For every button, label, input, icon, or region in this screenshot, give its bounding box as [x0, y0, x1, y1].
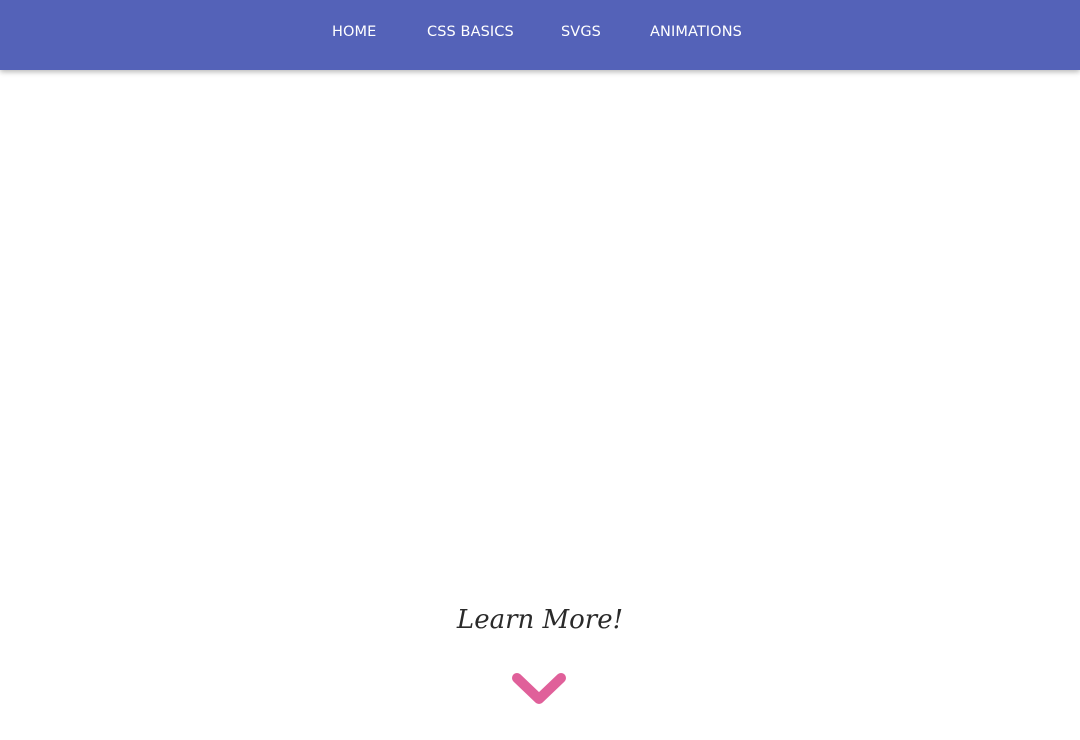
learn-more-link[interactable]: Learn More! [0, 600, 1080, 640]
chevron-down-icon[interactable] [510, 670, 568, 708]
nav-item-animations[interactable]: ANIMATIONS [650, 22, 742, 42]
nav-item-home[interactable]: HOME [332, 22, 376, 42]
nav-item-css-basics[interactable]: CSS BASICS [427, 22, 514, 42]
top-navbar: HOME CSS BASICS SVGS ANIMATIONS [0, 0, 1080, 70]
nav-item-svgs[interactable]: SVGS [561, 22, 601, 42]
